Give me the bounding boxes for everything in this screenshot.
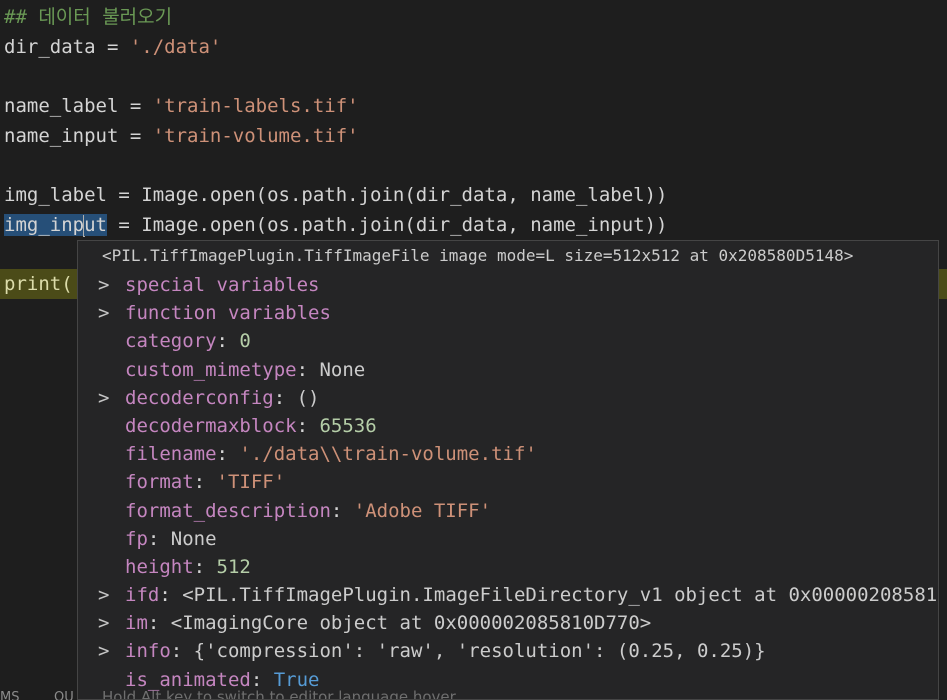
variable-value: None xyxy=(170,527,217,550)
variable-separator: : xyxy=(170,640,194,663)
variable-row[interactable]: > info: {'compression': 'raw', 'resolutio… xyxy=(78,637,938,665)
variable-separator: : xyxy=(330,499,354,522)
variable-entry: fp: None xyxy=(125,525,217,553)
variable-entry: custom_mimetype: None xyxy=(125,356,365,384)
token-identifier: name_input xyxy=(4,125,119,147)
chevron-right-icon[interactable]: > xyxy=(98,637,116,665)
variable-entry: category: 0 xyxy=(125,327,251,355)
variable-entry: info: {'compression': 'raw', 'resolution… xyxy=(125,637,766,665)
variable-value: 512 xyxy=(216,555,251,578)
variable-name: format_description xyxy=(125,499,331,522)
variable-separator: : xyxy=(216,330,240,353)
variable-row[interactable]: format: 'TIFF' xyxy=(78,468,938,496)
variable-value: 65536 xyxy=(319,414,377,437)
variable-row[interactable]: > decoderconfig: () xyxy=(78,384,938,412)
token-string: './data' xyxy=(129,36,222,58)
variable-value: 'Adobe TIFF' xyxy=(353,499,492,522)
variable-value: <PIL.TiffImagePlugin.ImageFileDirectory_… xyxy=(182,584,939,607)
variable-name: category xyxy=(125,330,217,353)
code-line-name-input: name_input = 'train-volume.tif' xyxy=(4,121,359,151)
variable-name: custom_mimetype xyxy=(125,358,297,381)
variable-entry: ifd: <PIL.TiffImagePlugin.ImageFileDirec… xyxy=(125,581,939,609)
code-line-img-input: img_input = Image.open(os.path.join(dir_… xyxy=(4,210,667,240)
variable-value: 'TIFF' xyxy=(216,471,286,494)
variable-entry: decoderconfig: () xyxy=(125,384,320,412)
token-operator: = xyxy=(118,125,153,147)
variable-row[interactable]: fp: None xyxy=(78,525,938,553)
code-line-comment: ## 데이터 불러오기 xyxy=(4,6,173,28)
variable-name: info xyxy=(125,640,171,663)
hover-value-header: <PIL.TiffImagePlugin.TiffImageFile image… xyxy=(102,246,854,265)
variable-separator: : xyxy=(193,555,217,578)
chevron-right-icon[interactable]: > xyxy=(98,271,116,299)
variable-entry: height: 512 xyxy=(125,553,251,581)
variable-row[interactable]: > special variables xyxy=(78,271,938,299)
variable-separator: : xyxy=(147,612,171,635)
variable-separator: : xyxy=(273,386,297,409)
variable-row[interactable]: height: 512 xyxy=(78,553,938,581)
chevron-right-icon[interactable]: > xyxy=(98,384,116,412)
variable-name: filename xyxy=(125,443,217,466)
variable-entry: decodermaxblock: 65536 xyxy=(125,412,377,440)
code-line-remainder: = Image.open(os.path.join(dir_data, name… xyxy=(106,214,668,236)
variable-entry: special variables xyxy=(125,271,319,299)
variable-tree[interactable]: > special variables > function variables cat… xyxy=(78,271,939,694)
variable-name: im xyxy=(125,612,148,635)
code-line-img-label: img_label = Image.open(os.path.join(dir_… xyxy=(4,184,668,206)
variable-entry: format: 'TIFF' xyxy=(125,468,285,496)
variable-row[interactable]: decodermaxblock: 65536 xyxy=(78,412,938,440)
variable-entry: filename: './data\\train-volume.tif' xyxy=(125,440,537,468)
variable-row[interactable]: > function variables xyxy=(78,299,938,327)
variable-row[interactable]: category: 0 xyxy=(78,327,938,355)
token-string: 'train-volume.tif' xyxy=(152,125,359,147)
chevron-right-icon[interactable]: > xyxy=(98,581,116,609)
selected-text: img_inp xyxy=(4,214,85,236)
debug-hover-widget[interactable]: <PIL.TiffImagePlugin.TiffImageFile image… xyxy=(77,240,939,700)
variable-row[interactable]: format_description: 'Adobe TIFF' xyxy=(78,497,938,525)
variable-separator: : xyxy=(296,358,320,381)
code-line-dir-data: dir_data = './data' xyxy=(4,32,221,62)
variable-value: {'compression': 'raw', 'resolution': (0.… xyxy=(193,640,766,663)
variable-entry: format_description: 'Adobe TIFF' xyxy=(125,497,491,525)
variable-name: decodermaxblock xyxy=(125,414,297,437)
variable-row[interactable]: > im: <ImagingCore object at 0x0000020858… xyxy=(78,609,938,637)
tab-output[interactable]: OU xyxy=(54,690,74,700)
code-line-print: print( xyxy=(4,273,73,295)
token-identifier: name_label xyxy=(4,95,119,117)
hover-footer-hint: Hold Alt key to switch to editor languag… xyxy=(102,688,456,700)
variable-separator: : xyxy=(159,584,183,607)
variable-entry: function variables xyxy=(125,299,331,327)
variable-name: decoderconfig xyxy=(125,386,274,409)
variable-separator: : xyxy=(296,414,320,437)
variable-name: height xyxy=(125,555,194,578)
variable-separator: : xyxy=(193,471,217,494)
variable-value: 0 xyxy=(239,330,251,353)
tab-problems[interactable]: MS xyxy=(0,690,19,700)
variable-value: './data\\train-volume.tif' xyxy=(239,443,537,466)
chevron-right-icon[interactable]: > xyxy=(98,609,116,637)
variable-name: fp xyxy=(125,527,148,550)
chevron-right-icon[interactable]: > xyxy=(98,299,116,327)
token-operator: = xyxy=(95,36,130,58)
variable-entry: im: <ImagingCore object at 0x00000208581… xyxy=(125,609,651,637)
variable-separator: : xyxy=(147,527,171,550)
variable-value: <ImagingCore object at 0x000002085810D77… xyxy=(170,612,652,635)
variable-name: ifd xyxy=(125,584,160,607)
variable-separator: : xyxy=(216,443,240,466)
token-identifier: dir_data xyxy=(4,36,96,58)
variable-value: None xyxy=(319,358,366,381)
token-string: 'train-labels.tif' xyxy=(152,95,359,117)
variable-value: () xyxy=(296,386,320,409)
selected-text-rest: ut xyxy=(84,214,107,236)
variable-row[interactable]: > ifd: <PIL.TiffImagePlugin.ImageFileDire… xyxy=(78,581,939,609)
variable-name: special variables xyxy=(125,274,320,296)
code-line-name-label: name_label = 'train-labels.tif' xyxy=(4,91,359,121)
token-operator: = xyxy=(118,95,153,117)
variable-row[interactable]: filename: './data\\train-volume.tif' xyxy=(78,440,938,468)
variable-name: function variables xyxy=(125,302,331,325)
variable-name: format xyxy=(125,471,194,494)
variable-row[interactable]: custom_mimetype: None xyxy=(78,356,938,384)
